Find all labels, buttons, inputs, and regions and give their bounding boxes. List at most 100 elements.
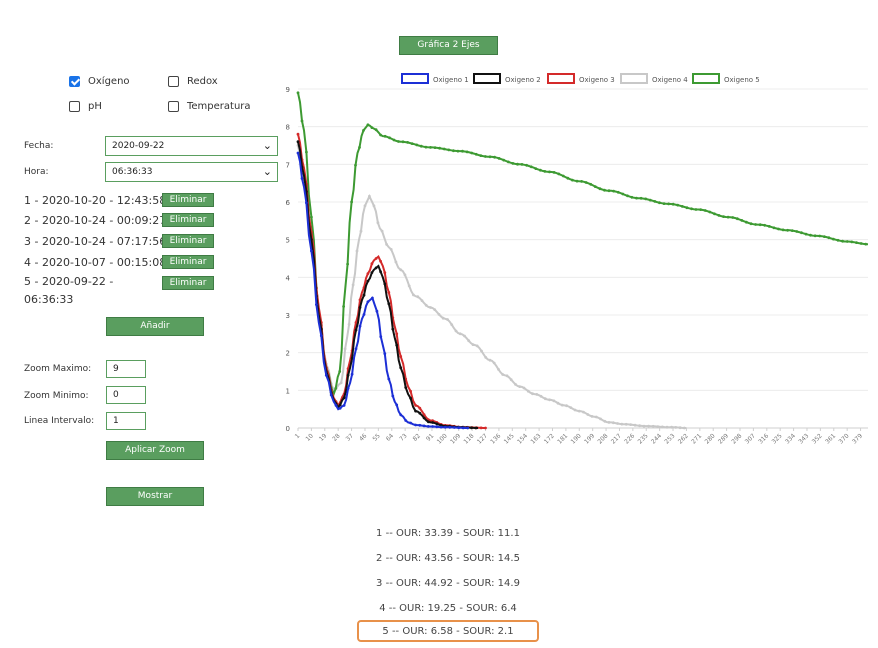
- y-tick-label: 9: [286, 86, 290, 94]
- data-point: [531, 392, 534, 396]
- data-point: [387, 377, 391, 381]
- data-point: [338, 403, 342, 407]
- data-point: [359, 229, 363, 233]
- data-point: [731, 216, 735, 219]
- data-point: [404, 386, 408, 389]
- legend-swatch: [401, 73, 429, 84]
- data-point: [522, 386, 526, 390]
- legend-item-1: Oxigeno 1: [401, 73, 469, 84]
- data-point: [772, 226, 776, 230]
- data-point: [350, 200, 353, 204]
- data-point: [781, 228, 785, 232]
- data-point: [395, 332, 399, 336]
- data-point: [633, 423, 637, 427]
- data-point: [479, 426, 483, 430]
- x-tick-label: 379: [851, 432, 864, 445]
- y-tick-label: 7: [286, 161, 290, 169]
- data-point: [358, 324, 362, 328]
- data-point: [422, 424, 426, 428]
- y-tick-label: 8: [286, 124, 290, 132]
- data-point: [653, 200, 657, 203]
- data-point: [399, 268, 403, 272]
- data-point: [635, 196, 638, 200]
- data-point: [412, 293, 415, 297]
- x-tick-label: 172: [543, 432, 556, 445]
- y-tick-label: 0: [286, 425, 290, 433]
- data-point: [680, 205, 684, 208]
- data-point: [685, 206, 689, 210]
- data-point: [827, 236, 831, 240]
- data-point: [674, 426, 678, 429]
- data-point: [809, 233, 812, 237]
- data-point: [385, 243, 388, 246]
- data-point: [624, 422, 628, 426]
- data-point: [534, 167, 538, 171]
- data-point: [850, 240, 854, 244]
- data-point: [383, 352, 387, 355]
- y-axis-ticks: 0 1 2 3 4 5 6 7 8 9: [286, 86, 291, 433]
- data-point: [439, 425, 443, 429]
- x-tick-label: 46: [358, 432, 368, 442]
- data-point: [493, 155, 496, 159]
- data-point: [758, 223, 762, 227]
- chart-legend: Oxigeno 1 Oxigeno 2 Oxigeno 3 Oxigeno 4 Oxig…: [401, 73, 760, 84]
- data-point: [379, 335, 383, 339]
- data-point: [354, 328, 358, 332]
- series-1: [296, 151, 470, 430]
- series-line: [297, 133, 486, 429]
- x-tick-label: 235: [637, 432, 650, 445]
- data-point: [399, 413, 403, 417]
- data-point: [450, 323, 454, 326]
- x-tick-label: 271: [690, 432, 703, 445]
- data-point: [366, 272, 370, 275]
- data-point: [607, 189, 611, 193]
- x-tick-label: 154: [516, 432, 529, 445]
- data-point: [525, 163, 528, 167]
- data-point: [845, 240, 849, 243]
- x-tick-label: 181: [556, 432, 569, 445]
- data-point: [699, 208, 702, 212]
- data-point: [836, 238, 840, 242]
- data-point: [658, 201, 661, 205]
- data-point: [431, 421, 434, 424]
- data-point: [505, 374, 509, 378]
- data-point: [813, 234, 817, 238]
- series-4: [296, 144, 687, 430]
- data-point: [374, 257, 378, 260]
- x-tick-label: 217: [610, 432, 623, 445]
- data-point: [471, 343, 475, 346]
- data-point: [407, 284, 411, 288]
- data-point: [342, 404, 346, 407]
- data-point: [422, 416, 426, 420]
- data-point: [502, 158, 506, 162]
- legend-item-3: Oxigeno 3: [547, 73, 615, 84]
- data-point: [484, 356, 488, 359]
- data-point: [305, 150, 308, 154]
- data-point: [383, 282, 387, 286]
- data-point: [639, 196, 643, 200]
- data-point: [479, 154, 483, 158]
- data-point: [786, 228, 789, 232]
- data-point: [380, 229, 384, 233]
- data-point: [644, 197, 648, 201]
- x-tick-label: 307: [744, 432, 757, 445]
- data-point: [379, 259, 382, 263]
- data-point: [346, 262, 349, 266]
- data-point: [526, 389, 530, 393]
- data-point: [370, 126, 374, 129]
- data-point: [403, 273, 407, 277]
- series-5: [296, 91, 869, 398]
- data-point: [429, 146, 432, 149]
- data-point: [296, 151, 300, 155]
- data-point: [790, 229, 794, 233]
- data-point: [409, 396, 412, 400]
- x-tick-label: 10: [304, 432, 314, 442]
- x-tick-label: 253: [663, 432, 676, 445]
- y-tick-label: 6: [286, 199, 291, 207]
- data-point: [374, 266, 378, 270]
- data-point: [397, 140, 400, 143]
- x-tick-label: 280: [704, 432, 717, 445]
- data-point: [350, 372, 354, 376]
- data-point: [497, 157, 501, 160]
- data-point: [366, 300, 370, 304]
